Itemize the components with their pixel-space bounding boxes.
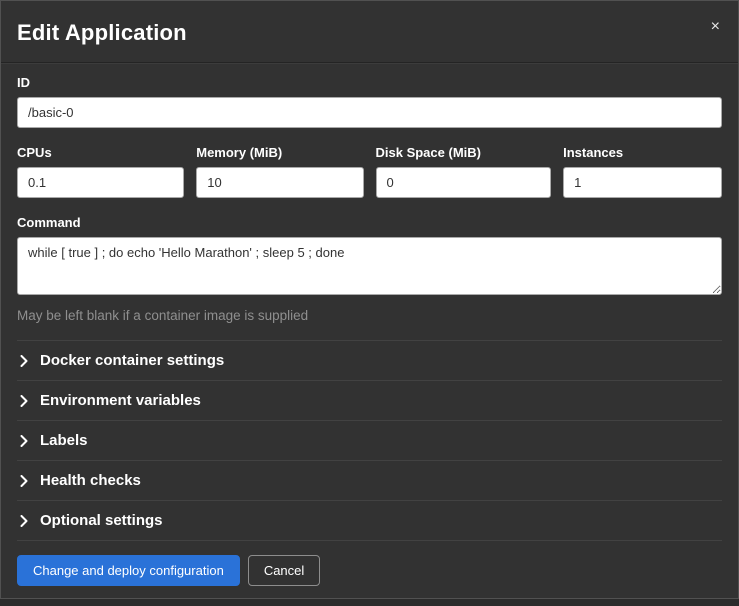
chevron-right-icon	[19, 475, 29, 487]
section-labels[interactable]: Labels	[17, 421, 722, 461]
id-input[interactable]	[17, 97, 722, 128]
instances-input[interactable]	[563, 167, 722, 198]
memory-label: Memory (MiB)	[196, 145, 363, 160]
id-field-group: ID	[17, 75, 722, 128]
instances-label: Instances	[563, 145, 722, 160]
memory-input[interactable]	[196, 167, 363, 198]
section-label: Labels	[40, 432, 88, 449]
disk-input[interactable]	[376, 167, 552, 198]
section-label: Health checks	[40, 472, 141, 489]
command-help-text: May be left blank if a container image i…	[17, 308, 722, 323]
command-label: Command	[17, 215, 722, 230]
close-icon[interactable]: ×	[707, 17, 724, 37]
collapsible-sections: Docker container settings Environment va…	[17, 340, 722, 541]
change-and-deploy-button[interactable]: Change and deploy configuration	[17, 555, 240, 586]
disk-field-group: Disk Space (MiB)	[376, 145, 552, 198]
cpus-label: CPUs	[17, 145, 184, 160]
cancel-button[interactable]: Cancel	[248, 555, 320, 586]
section-environment-variables[interactable]: Environment variables	[17, 381, 722, 421]
resources-row: CPUs Memory (MiB) Disk Space (MiB) Insta…	[17, 145, 722, 198]
section-label: Docker container settings	[40, 352, 224, 369]
chevron-right-icon	[19, 515, 29, 527]
page-title: Edit Application	[17, 20, 722, 46]
section-health-checks[interactable]: Health checks	[17, 461, 722, 501]
section-optional-settings[interactable]: Optional settings	[17, 501, 722, 541]
chevron-right-icon	[19, 355, 29, 367]
command-field-group: Command while [ true ] ; do echo 'Hello …	[17, 215, 722, 323]
instances-field-group: Instances	[563, 145, 722, 198]
cpus-field-group: CPUs	[17, 145, 184, 198]
cpus-input[interactable]	[17, 167, 184, 198]
section-label: Environment variables	[40, 392, 201, 409]
memory-field-group: Memory (MiB)	[196, 145, 363, 198]
section-label: Optional settings	[40, 512, 163, 529]
chevron-right-icon	[19, 435, 29, 447]
id-label: ID	[17, 75, 722, 90]
command-textarea[interactable]: while [ true ] ; do echo 'Hello Marathon…	[17, 237, 722, 295]
disk-label: Disk Space (MiB)	[376, 145, 552, 160]
modal-footer: Change and deploy configuration Cancel	[1, 541, 738, 606]
modal-body: ID CPUs Memory (MiB) Disk Space (MiB) In…	[1, 63, 738, 541]
section-docker-container-settings[interactable]: Docker container settings	[17, 341, 722, 381]
chevron-right-icon	[19, 395, 29, 407]
edit-application-modal: Edit Application × ID CPUs Memory (MiB) …	[0, 0, 739, 599]
modal-header: Edit Application ×	[1, 1, 738, 63]
